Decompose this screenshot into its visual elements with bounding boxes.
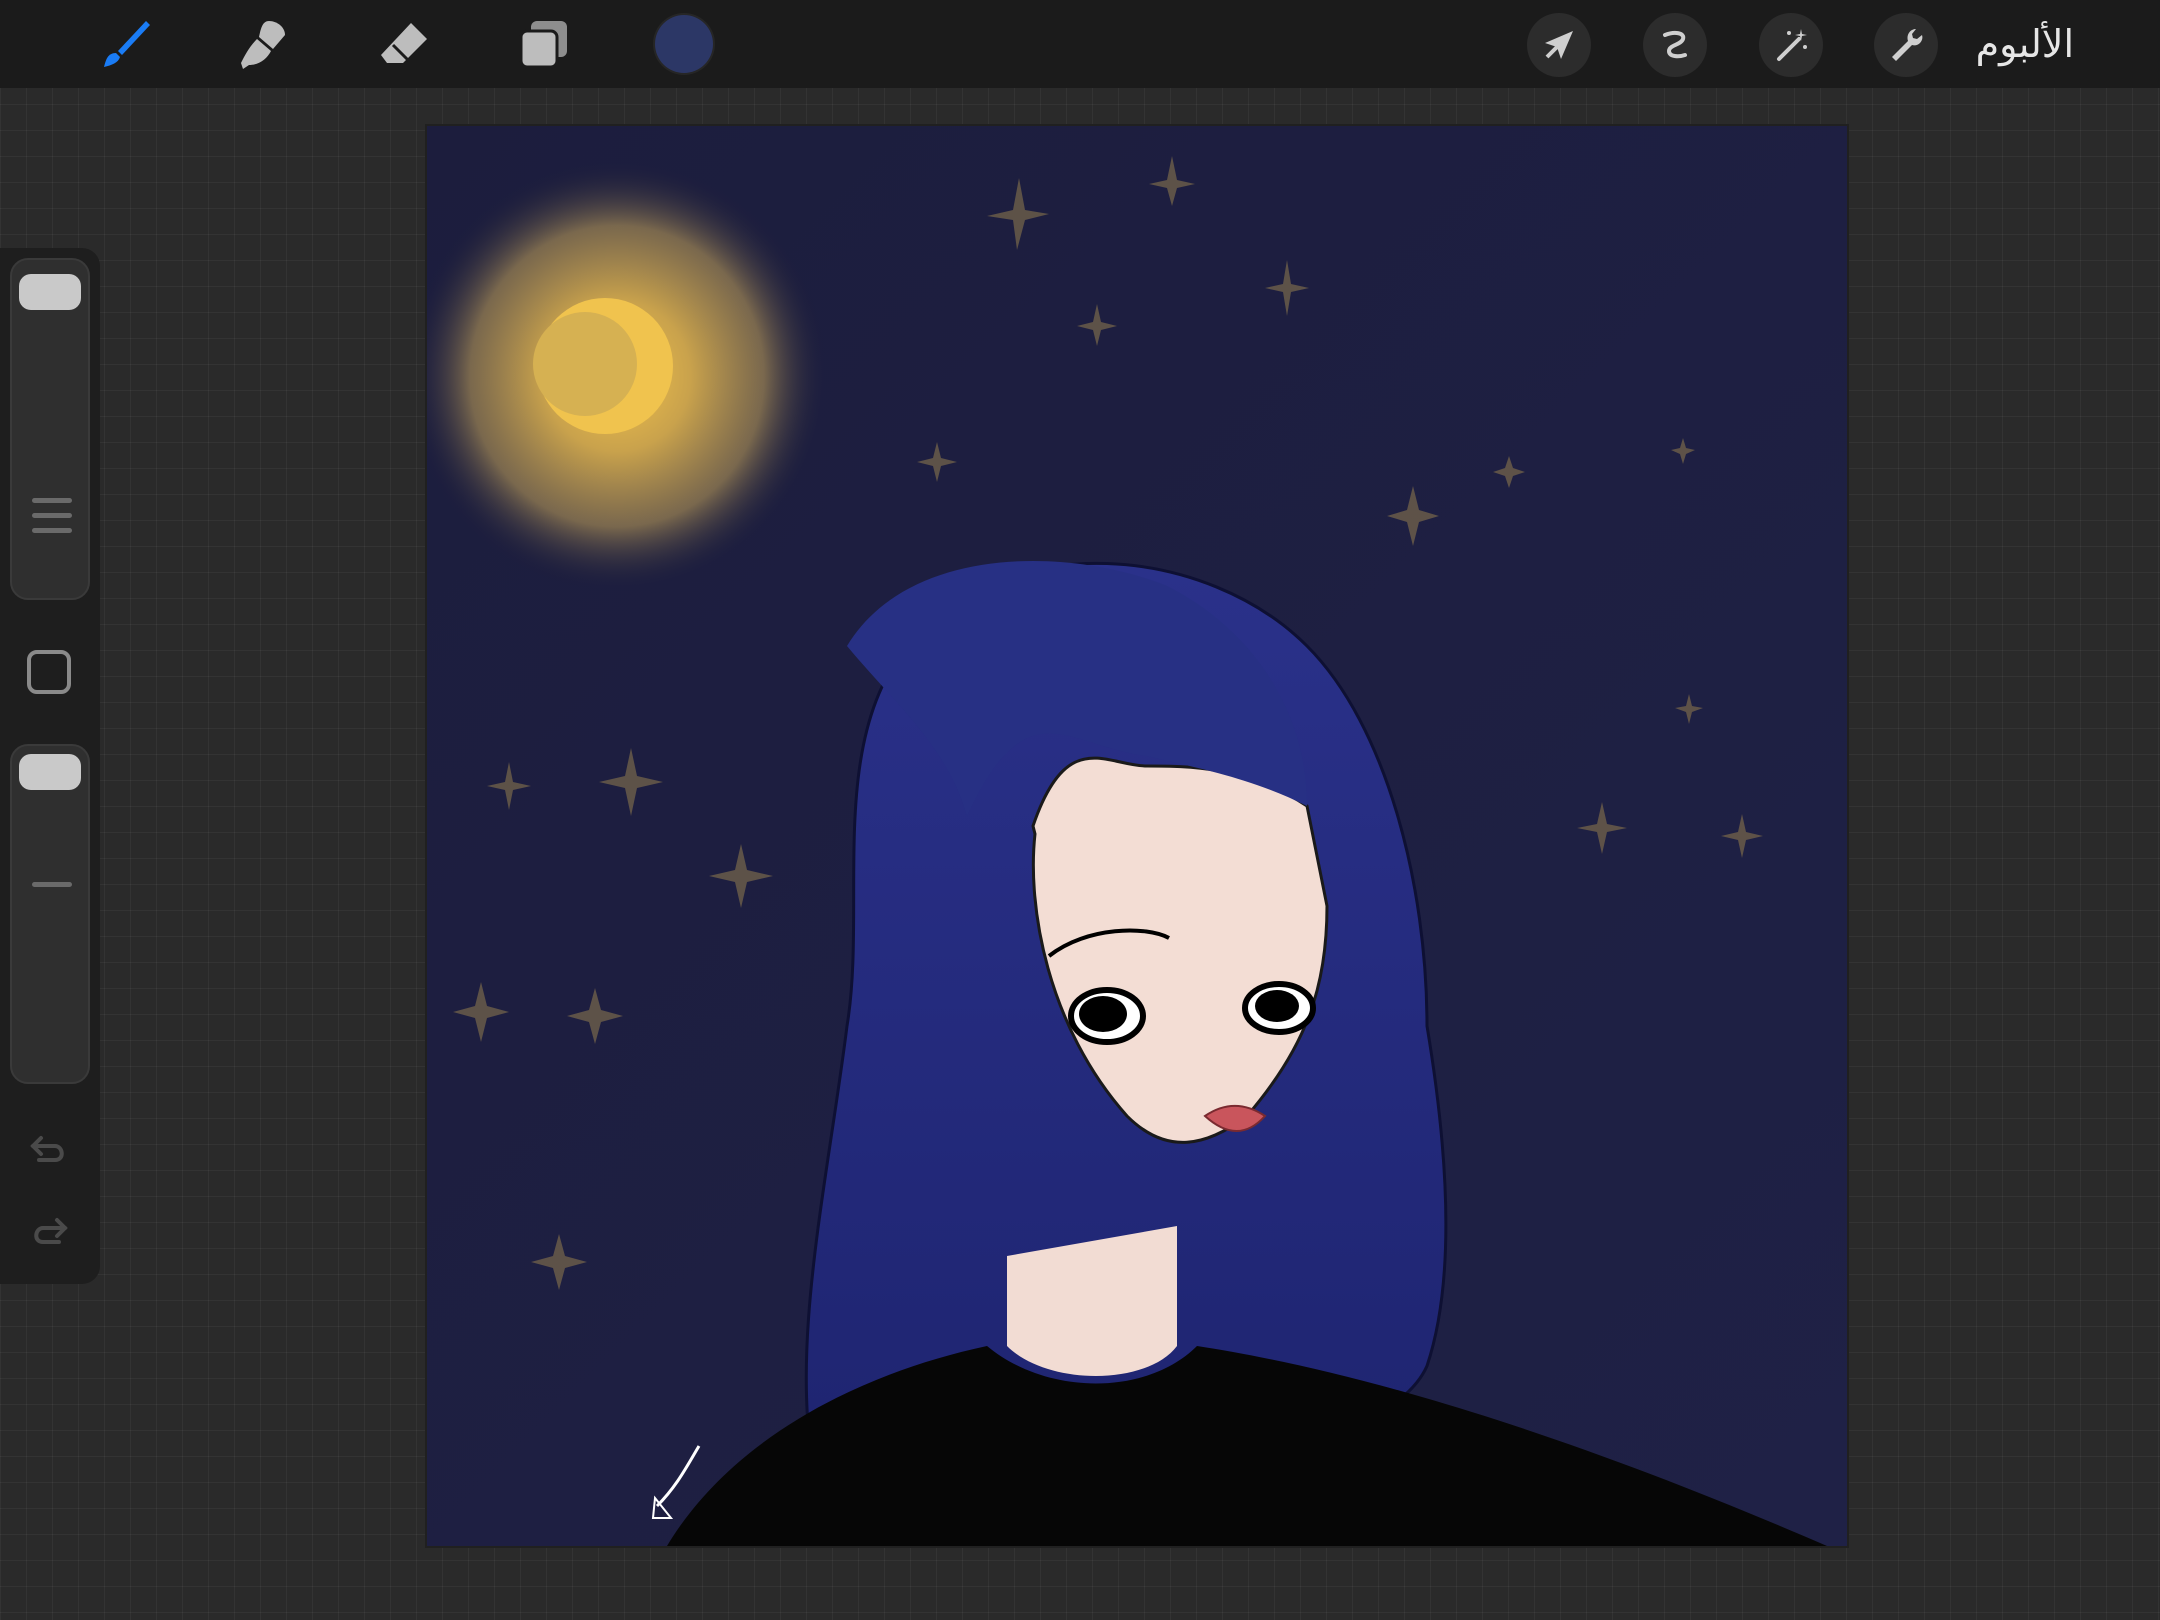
layers-icon[interactable] [514,14,574,74]
slider-tick [32,498,72,503]
opacity-thumb[interactable] [19,754,81,790]
moon-crescent-shadow [533,312,637,416]
brush-size-slider[interactable] [10,258,90,600]
modify-square-icon[interactable] [27,650,71,694]
right-pupil [1255,990,1299,1022]
selection-icon[interactable] [1643,13,1707,77]
undo-icon[interactable] [27,1128,71,1172]
adjustments-wand-icon[interactable] [1759,13,1823,77]
slider-tick [32,513,72,518]
slider-tick [32,882,72,887]
left-pupil [1079,996,1127,1032]
actions-wrench-icon[interactable] [1874,13,1938,77]
artwork [427,126,1847,1546]
eraser-icon[interactable] [374,14,434,74]
drawing-canvas[interactable] [425,124,1849,1548]
paintbrush-icon[interactable] [95,14,155,74]
slider-tick [32,528,72,533]
redo-icon[interactable] [27,1210,71,1254]
top-toolbar: الألبوم [0,0,2160,88]
opacity-slider[interactable] [10,744,90,1084]
smudge-icon[interactable] [232,14,292,74]
color-picker-swatch[interactable] [655,15,713,73]
left-sidebar [0,248,100,1284]
brush-size-thumb[interactable] [19,274,81,310]
cursor-transform-icon[interactable] [1527,13,1591,77]
gallery-button[interactable]: الألبوم [1976,22,2074,66]
